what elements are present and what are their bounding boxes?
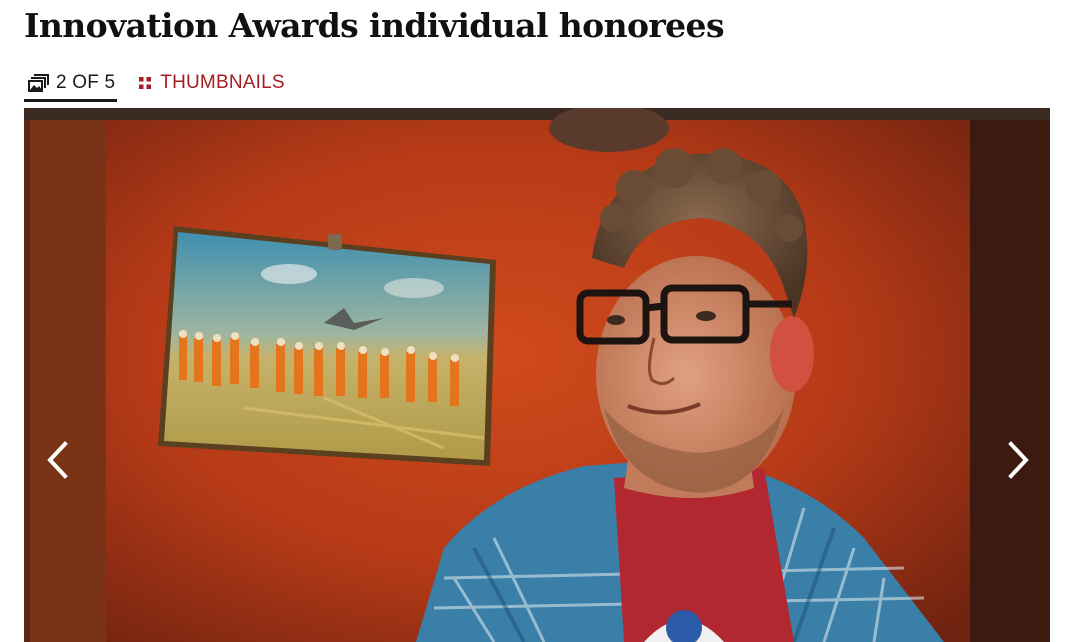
thumbnails-button[interactable]: THUMBNAILS — [139, 66, 285, 99]
gallery-stack-icon — [28, 73, 49, 92]
previous-slide-button[interactable] — [38, 438, 78, 482]
next-slide-button[interactable] — [998, 438, 1038, 482]
thumbnails-label: THUMBNAILS — [160, 71, 285, 93]
slide-counter-label: 2 OF 5 — [56, 71, 116, 93]
page-title: Innovation Awards individual honorees — [24, 6, 725, 45]
chevron-right-icon — [1008, 441, 1029, 479]
slide-counter: 2 OF 5 — [24, 66, 118, 102]
chevron-left-icon — [47, 441, 68, 479]
gallery-toolbar: 2 OF 5 THUMBNAILS — [24, 66, 285, 104]
gallery-photo — [24, 108, 1050, 642]
grid-dots-icon — [139, 76, 152, 89]
photo-viewer — [24, 108, 1050, 642]
